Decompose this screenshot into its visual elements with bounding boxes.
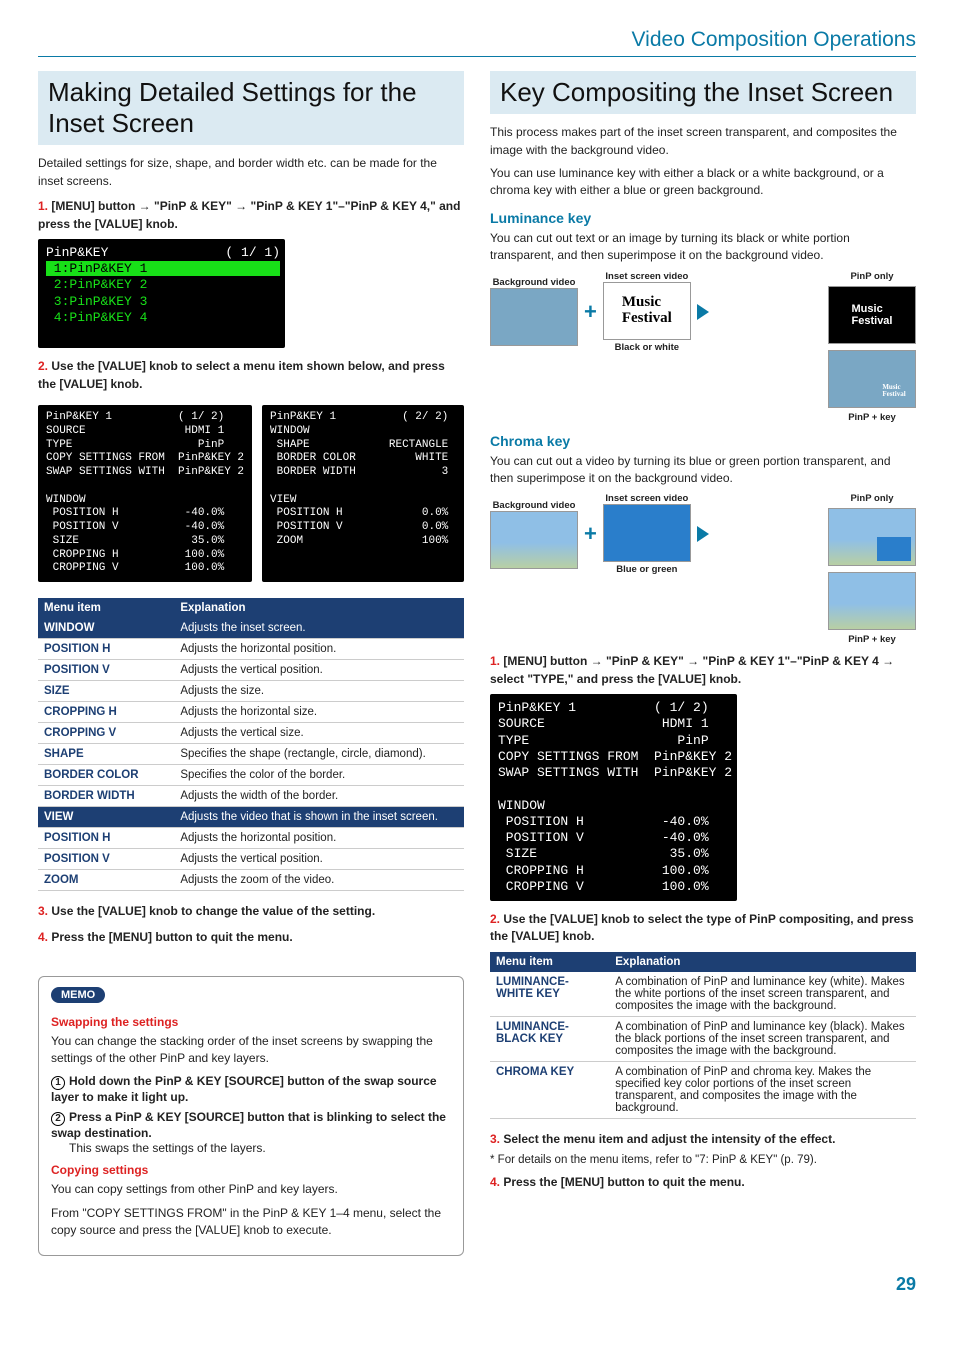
settings-table: Menu itemExplanation WINDOWAdjusts the i… [38,598,464,891]
memo-h-copy: Copying settings [51,1163,451,1177]
arrow-right-icon [697,526,709,542]
bg-video-thumb2 [490,511,578,569]
memo-swap-p: You can change the stacking order of the… [51,1033,451,1068]
memo-box: MEMO Swapping the settings You can chang… [38,976,464,1256]
left-column: Making Detailed Settings for the Inset S… [38,71,464,1256]
section-header: Video Composition Operations [38,28,916,57]
plus-icon: + [584,299,597,325]
memo-copy-p2: From "COPY SETTINGS FROM" in the PinP & … [51,1205,451,1240]
page-number: 29 [38,1274,916,1295]
pinp-key-result: Music Festival [828,350,916,408]
memo-step1: 1Hold down the PinP & KEY [SOURCE] butto… [51,1074,451,1104]
luminance-p: You can cut out text or an image by turn… [490,230,916,265]
right-column: Key Compositing the Inset Screen This pr… [490,71,916,1256]
memo-badge: MEMO [51,987,105,1003]
memo-step2: 2Press a PinP & KEY [SOURCE] button that… [51,1110,451,1140]
key-type-table: Menu itemExplanation LUMINANCE-WHITE KEY… [490,952,916,1119]
right-step4: 4. Press the [MENU] button to quit the m… [490,1174,916,1191]
luminance-heading: Luminance key [490,210,916,226]
screen-pinpkey-menu: PinP&KEY ( 1/ 1) 1:PinP&KEY 1 2:PinP&KEY… [38,239,285,349]
chroma-pinp-only-result [828,508,916,566]
right-intro1: This process makes part of the inset scr… [490,124,916,159]
right-step1: 1. [MENU] button → "PinP & KEY" → "PinP … [490,653,916,688]
memo-copy-p1: You can copy settings from other PinP an… [51,1181,451,1198]
screen-right-type: PinP&KEY 1 ( 1/ 2) SOURCE HDMI 1 TYPE Pi… [490,694,737,901]
right-footnote: * For details on the menu items, refer t… [490,1154,916,1166]
left-step1: 1. [MENU] button → "PinP & KEY" → "PinP … [38,198,464,233]
left-intro: Detailed settings for size, shape, and b… [38,155,464,190]
inset-video-thumb: Music Festival [603,282,691,340]
arrow-right-icon [697,304,709,320]
chroma-pinp-key-result [828,572,916,630]
inset-video-thumb2 [603,504,691,562]
right-step2: 2. Use the [VALUE] knob to select the ty… [490,911,916,946]
chroma-p: You can cut out a video by turning its b… [490,453,916,488]
luminance-diagram: Background video + Inset screen video Mu… [490,271,916,423]
left-step2: 2. Use the [VALUE] knob to select a menu… [38,358,464,393]
bg-video-thumb [490,288,578,346]
plus-icon: + [584,521,597,547]
screen-pinpkey-2of2: PinP&KEY 1 ( 2/ 2) WINDOW SHAPE RECTANGL… [262,405,464,582]
right-step3: 3. Select the menu item and adjust the i… [490,1131,916,1148]
memo-step2-result: This swaps the settings of the layers. [69,1140,451,1157]
col-menu-item: Menu item [38,598,174,618]
left-step4: 4. Press the [MENU] button to quit the m… [38,929,464,946]
pinp-only-result: Music Festival [828,286,916,344]
chroma-heading: Chroma key [490,433,916,449]
left-step3: 3. Use the [VALUE] knob to change the va… [38,903,464,920]
right-title: Key Compositing the Inset Screen [490,71,916,114]
memo-h-swap: Swapping the settings [51,1015,451,1029]
left-title: Making Detailed Settings for the Inset S… [38,71,464,145]
chroma-diagram: Background video + Inset screen video Bl… [490,493,916,645]
screen-pinpkey-1of2: PinP&KEY 1 ( 1/ 2) SOURCE HDMI 1 TYPE Pi… [38,405,252,582]
col-explanation: Explanation [174,598,464,618]
right-intro2: You can use luminance key with either a … [490,165,916,200]
